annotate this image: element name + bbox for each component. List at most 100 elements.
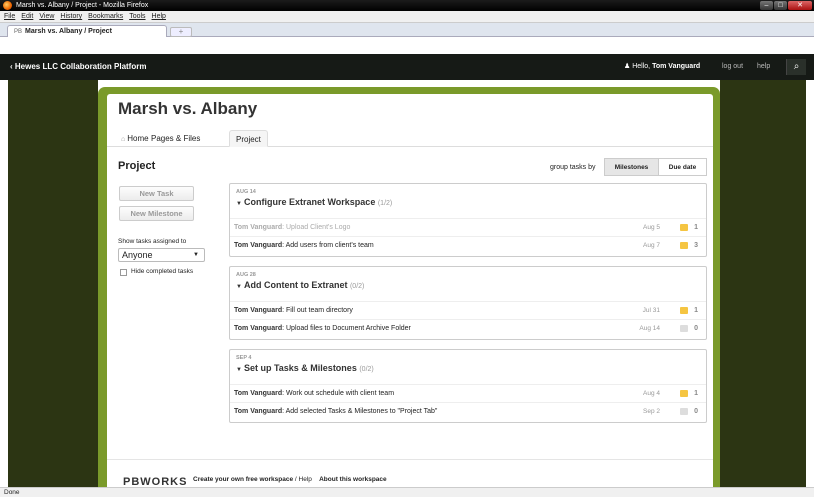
collapse-icon: ▼	[236, 367, 242, 373]
footer-help-link[interactable]: Help	[299, 476, 312, 483]
new-milestone-button[interactable]: New Milestone	[119, 206, 194, 221]
create-workspace-link[interactable]: Create your own free workspace	[193, 476, 293, 483]
assigned-filter-label: Show tasks assigned to	[118, 238, 187, 245]
pbworks-favicon: PB	[14, 29, 23, 35]
browser-tab-bar: PB Marsh vs. Albany / Project +	[0, 23, 814, 37]
menu-history[interactable]: History	[60, 11, 82, 22]
left-background	[8, 80, 98, 487]
home-icon: ⌂	[121, 136, 126, 143]
comment-icon	[680, 242, 688, 249]
browser-tab[interactable]: PB Marsh vs. Albany / Project	[7, 25, 167, 37]
window-titlebar: Marsh vs. Albany / Project - Mozilla Fir…	[0, 0, 814, 11]
menu-file[interactable]: File	[4, 11, 15, 22]
milestone-group: AUG 28 ▼ Add Content to Extranet (0/2) To…	[229, 266, 707, 340]
milestone-title[interactable]: ▼ Configure Extranet Workspace (1/2)	[236, 197, 392, 207]
about-workspace-link[interactable]: About this workspace	[319, 476, 387, 483]
assigned-filter-select[interactable]: Anyone ▼	[118, 248, 205, 262]
task-row[interactable]: Tom Vanguard: Fill out team directory Ju…	[230, 301, 706, 319]
hide-completed-label: Hide completed tasks	[131, 268, 194, 275]
comment-count[interactable]: 1	[694, 219, 698, 237]
help-link[interactable]: help	[757, 54, 770, 80]
brand-link[interactable]: ‹ Hewes LLC Collaboration Platform	[10, 54, 146, 80]
status-bar: Done	[0, 487, 814, 497]
milestone-date: SEP 4	[236, 355, 252, 361]
task-due-date: Aug 7	[643, 242, 660, 249]
menu-view[interactable]: View	[39, 11, 54, 22]
task-row[interactable]: Tom Vanguard: Upload files to Document A…	[230, 319, 706, 337]
group-tasks-label: group tasks by	[550, 164, 596, 171]
task-text: Add selected Tasks & Milestones to "Proj…	[285, 408, 438, 415]
menu-tools[interactable]: Tools	[129, 11, 145, 22]
comment-count[interactable]: 1	[694, 302, 698, 320]
comment-icon	[680, 325, 688, 332]
comment-icon	[680, 390, 688, 397]
task-due-date: Sep 2	[643, 408, 660, 415]
chevron-down-icon: ▼	[193, 252, 199, 258]
milestone-group: AUG 14 ▼ Configure Extranet Workspace (1/…	[229, 183, 707, 257]
task-row[interactable]: Tom Vanguard: Add users from client's te…	[230, 236, 706, 254]
comment-count[interactable]: 1	[694, 385, 698, 403]
top-nav: ‹ Hewes LLC Collaboration Platform ♟ Hel…	[0, 54, 814, 80]
maximize-button[interactable]: □	[774, 1, 787, 10]
task-text: Fill out team directory	[286, 307, 353, 314]
close-window-button[interactable]: ✕	[788, 1, 812, 10]
task-text: Add users from client's team	[285, 242, 374, 249]
new-tab-button[interactable]: +	[170, 27, 192, 37]
milestone-title[interactable]: ▼ Add Content to Extranet (0/2)	[236, 280, 364, 290]
task-due-date: Aug 5	[643, 224, 660, 231]
task-row[interactable]: Tom Vanguard: Work out schedule with cli…	[230, 384, 706, 402]
tab-pages-files[interactable]: Pages & Files	[145, 130, 206, 147]
menu-edit[interactable]: Edit	[21, 11, 33, 22]
firefox-icon	[3, 1, 12, 10]
menu-bar: File Edit View History Bookmarks Tools H…	[0, 11, 814, 23]
hide-completed-checkbox[interactable]	[120, 269, 127, 276]
task-row[interactable]: Tom Vanguard: Upload Client's Logo Aug 5…	[230, 218, 706, 236]
search-icon[interactable]: ⌕	[786, 59, 806, 75]
browser-tab-label: Marsh vs. Albany / Project	[25, 28, 112, 35]
menu-help[interactable]: Help	[152, 11, 166, 22]
comment-icon	[680, 307, 688, 314]
task-assignee: Tom Vanguard	[234, 390, 283, 397]
comment-count[interactable]: 0	[694, 320, 698, 338]
workspace-title: Marsh vs. Albany	[118, 99, 258, 118]
comment-count[interactable]: 0	[694, 403, 698, 421]
task-assignee: Tom Vanguard	[234, 224, 283, 231]
task-due-date: Aug 14	[639, 325, 660, 332]
comment-icon	[680, 224, 688, 231]
group-by-milestones-button[interactable]: Milestones	[604, 158, 659, 176]
window-title: Marsh vs. Albany / Project - Mozilla Fir…	[16, 2, 149, 9]
task-due-date: Aug 4	[643, 390, 660, 397]
task-text: Work out schedule with client team	[286, 390, 395, 397]
group-by-due-date-button[interactable]: Due date	[658, 158, 707, 176]
project-heading: Project	[118, 160, 156, 172]
collapse-icon: ▼	[236, 284, 242, 290]
tab-project[interactable]: Project	[229, 130, 268, 147]
pbworks-logo[interactable]: PBWORKS	[123, 476, 187, 487]
user-name[interactable]: Tom Vanguard	[652, 63, 700, 70]
comment-count[interactable]: 3	[694, 237, 698, 255]
milestone-title[interactable]: ▼ Set up Tasks & Milestones (0/2)	[236, 363, 374, 373]
workspace-panel: Marsh vs. Albany ⌂ Home Pages & Files Pro…	[107, 94, 713, 487]
comment-icon	[680, 408, 688, 415]
task-due-date: Jul 31	[642, 307, 660, 314]
right-background	[720, 80, 806, 487]
task-assignee: Tom Vanguard	[234, 242, 283, 249]
menu-bookmarks[interactable]: Bookmarks	[88, 11, 123, 22]
collapse-icon: ▼	[236, 201, 242, 207]
task-text: Upload Client's Logo	[286, 224, 351, 231]
new-task-button[interactable]: New Task	[119, 186, 194, 201]
task-text: Upload files to Document Archive Folder	[286, 325, 411, 332]
milestone-group: SEP 4 ▼ Set up Tasks & Milestones (0/2) T…	[229, 349, 707, 423]
task-assignee: Tom Vanguard	[234, 408, 283, 415]
user-icon: ♟	[624, 63, 633, 70]
user-greeting: ♟ Hello, Tom Vanguard	[624, 63, 701, 70]
task-assignee: Tom Vanguard	[234, 307, 283, 314]
logout-link[interactable]: log out	[722, 54, 743, 80]
task-row[interactable]: Tom Vanguard: Add selected Tasks & Miles…	[230, 402, 706, 420]
task-assignee: Tom Vanguard	[234, 325, 283, 332]
milestone-date: AUG 28	[236, 272, 256, 278]
workspace-tabs: ⌂ Home Pages & Files Project	[107, 126, 713, 147]
milestone-date: AUG 14	[236, 189, 256, 195]
footer: PBWORKS Create your own free workspace /…	[107, 459, 713, 487]
minimize-button[interactable]: –	[760, 1, 773, 10]
